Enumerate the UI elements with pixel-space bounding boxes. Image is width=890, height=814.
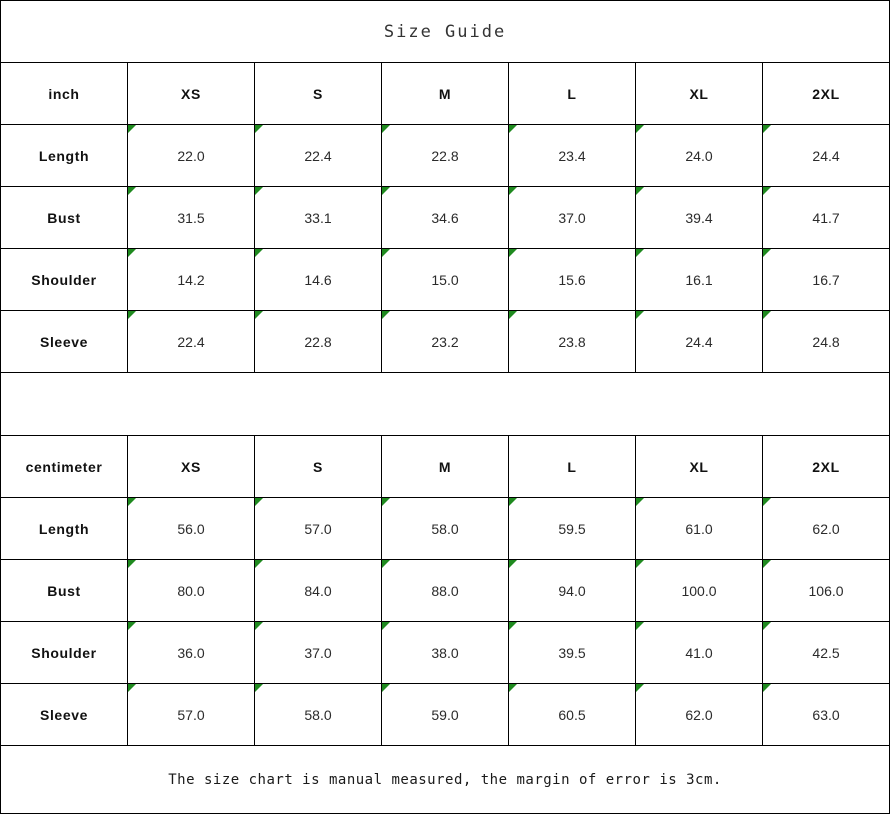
- inch-length-2xl: 24.4: [761, 124, 890, 187]
- footer-row: The size chart is manual measured, the m…: [0, 745, 890, 814]
- cm-row-label-length: Length: [0, 497, 128, 560]
- inch-bust-xl: 39.4: [635, 186, 763, 249]
- cm-length-xs: 56.0: [127, 497, 255, 560]
- inch-sleeve-xl: 24.4: [635, 310, 763, 373]
- cm-bust-xl: 100.0: [635, 559, 763, 622]
- size-guide-table: Size Guide inch XS S M L XL 2XL Length 2…: [0, 0, 890, 814]
- inch-unit-label: inch: [0, 62, 128, 125]
- inch-shoulder-l: 15.6: [508, 248, 636, 311]
- inch-size-header-xs: XS: [127, 62, 255, 125]
- inch-length-xl: 24.0: [635, 124, 763, 187]
- inch-bust-m: 34.6: [381, 186, 509, 249]
- cm-size-header-2xl: 2XL: [761, 435, 890, 498]
- inch-sleeve-s: 22.8: [254, 310, 382, 373]
- table-row: Sleeve 57.0 58.0 59.0 60.5 62.0 63.0: [0, 683, 890, 746]
- inch-shoulder-2xl: 16.7: [761, 248, 890, 311]
- inch-bust-s: 33.1: [254, 186, 382, 249]
- inch-length-m: 22.8: [381, 124, 509, 187]
- inch-row-label-length: Length: [0, 124, 128, 187]
- inch-length-s: 22.4: [254, 124, 382, 187]
- inch-bust-l: 37.0: [508, 186, 636, 249]
- cm-header-row: centimeter XS S M L XL 2XL: [0, 435, 890, 498]
- cm-sleeve-2xl: 63.0: [761, 683, 890, 746]
- cm-length-xl: 61.0: [635, 497, 763, 560]
- cm-sleeve-l: 60.5: [508, 683, 636, 746]
- cm-sleeve-m: 59.0: [381, 683, 509, 746]
- cm-length-l: 59.5: [508, 497, 636, 560]
- inch-shoulder-xl: 16.1: [635, 248, 763, 311]
- inch-sleeve-l: 23.8: [508, 310, 636, 373]
- cm-bust-s: 84.0: [254, 559, 382, 622]
- inch-size-header-2xl: 2XL: [761, 62, 890, 125]
- title-row: Size Guide: [0, 0, 890, 63]
- cm-row-label-bust: Bust: [0, 559, 128, 622]
- cm-sleeve-s: 58.0: [254, 683, 382, 746]
- cm-shoulder-xl: 41.0: [635, 621, 763, 684]
- cm-row-label-sleeve: Sleeve: [0, 683, 128, 746]
- cm-length-m: 58.0: [381, 497, 509, 560]
- table-row: Length 56.0 57.0 58.0 59.5 61.0 62.0: [0, 497, 890, 560]
- cm-bust-2xl: 106.0: [761, 559, 890, 622]
- cm-size-header-s: S: [254, 435, 382, 498]
- page-title: Size Guide: [0, 0, 890, 63]
- cm-sleeve-xl: 62.0: [635, 683, 763, 746]
- cm-size-header-l: L: [508, 435, 636, 498]
- cm-sleeve-xs: 57.0: [127, 683, 255, 746]
- inch-bust-2xl: 41.7: [761, 186, 890, 249]
- cm-row-label-shoulder: Shoulder: [0, 621, 128, 684]
- inch-row-label-shoulder: Shoulder: [0, 248, 128, 311]
- table-row: Length 22.0 22.4 22.8 23.4 24.0 24.4: [0, 124, 890, 187]
- inch-sleeve-2xl: 24.8: [761, 310, 890, 373]
- inch-size-header-m: M: [381, 62, 509, 125]
- table-row: Shoulder 14.2 14.6 15.0 15.6 16.1 16.7: [0, 248, 890, 311]
- inch-sleeve-m: 23.2: [381, 310, 509, 373]
- cm-shoulder-s: 37.0: [254, 621, 382, 684]
- cm-shoulder-2xl: 42.5: [761, 621, 890, 684]
- cm-shoulder-l: 39.5: [508, 621, 636, 684]
- inch-shoulder-s: 14.6: [254, 248, 382, 311]
- inch-row-label-sleeve: Sleeve: [0, 310, 128, 373]
- inch-shoulder-xs: 14.2: [127, 248, 255, 311]
- inch-sleeve-xs: 22.4: [127, 310, 255, 373]
- measurement-disclaimer: The size chart is manual measured, the m…: [0, 745, 890, 814]
- cm-size-header-m: M: [381, 435, 509, 498]
- table-row: Bust 80.0 84.0 88.0 94.0 100.0 106.0: [0, 559, 890, 622]
- cm-shoulder-m: 38.0: [381, 621, 509, 684]
- inch-length-l: 23.4: [508, 124, 636, 187]
- table-spacer-row: [0, 372, 890, 436]
- cm-bust-m: 88.0: [381, 559, 509, 622]
- table-row: Bust 31.5 33.1 34.6 37.0 39.4 41.7: [0, 186, 890, 249]
- table-spacer: [0, 372, 890, 436]
- cm-bust-xs: 80.0: [127, 559, 255, 622]
- table-row: Sleeve 22.4 22.8 23.2 23.8 24.4 24.8: [0, 310, 890, 373]
- table-row: Shoulder 36.0 37.0 38.0 39.5 41.0 42.5: [0, 621, 890, 684]
- inch-bust-xs: 31.5: [127, 186, 255, 249]
- inch-size-header-xl: XL: [635, 62, 763, 125]
- cm-size-header-xl: XL: [635, 435, 763, 498]
- cm-unit-label: centimeter: [0, 435, 128, 498]
- inch-size-header-l: L: [508, 62, 636, 125]
- cm-bust-l: 94.0: [508, 559, 636, 622]
- inch-size-header-s: S: [254, 62, 382, 125]
- inch-header-row: inch XS S M L XL 2XL: [0, 62, 890, 125]
- cm-length-s: 57.0: [254, 497, 382, 560]
- inch-length-xs: 22.0: [127, 124, 255, 187]
- inch-shoulder-m: 15.0: [381, 248, 509, 311]
- inch-row-label-bust: Bust: [0, 186, 128, 249]
- cm-size-header-xs: XS: [127, 435, 255, 498]
- cm-length-2xl: 62.0: [761, 497, 890, 560]
- cm-shoulder-xs: 36.0: [127, 621, 255, 684]
